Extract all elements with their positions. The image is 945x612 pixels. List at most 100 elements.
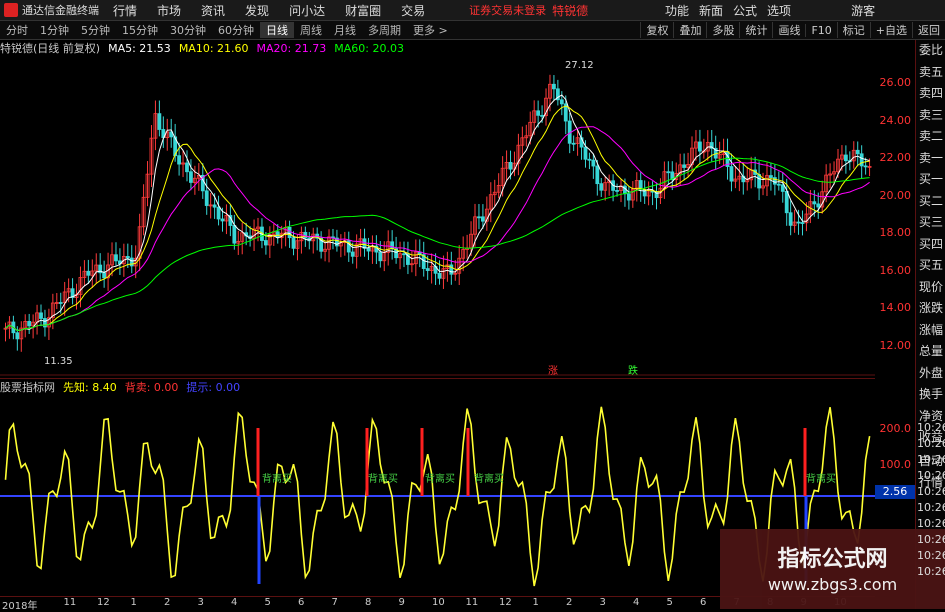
candle-body <box>666 171 671 174</box>
period-60min[interactable]: 60分钟 <box>212 22 260 38</box>
watermark-title: 指标公式网 <box>777 547 888 572</box>
biaoji-button[interactable]: 标记 <box>836 22 870 38</box>
price-axis: 26.00 24.00 22.00 20.00 18.00 16.00 14.00 12.00 <box>875 56 915 376</box>
candle-body <box>362 238 367 249</box>
candle-body <box>212 204 217 208</box>
candle-body <box>425 268 430 271</box>
right-panel-item[interactable]: 卖三 <box>916 105 945 127</box>
date-label: 1 <box>532 597 539 608</box>
menu-xuanxiang[interactable]: 选项 <box>767 2 791 19</box>
menu-xinmian[interactable]: 新面 <box>699 2 723 19</box>
period-weekly[interactable]: 周线 <box>294 22 328 38</box>
menu-gongshi[interactable]: 公式 <box>733 2 757 19</box>
right-panel-item[interactable]: 卖四 <box>916 83 945 105</box>
right-panel-item[interactable]: 卖五 <box>916 62 945 84</box>
candle-body <box>189 171 193 183</box>
right-panel-item[interactable]: 总量 <box>916 341 945 363</box>
zixuan-button[interactable]: +自选 <box>869 22 912 38</box>
candle-body <box>177 155 182 165</box>
ma5-label: MA5: 21.53 <box>108 41 171 55</box>
date-label: 3 <box>197 597 204 608</box>
candle-body <box>508 161 513 170</box>
period-multi[interactable]: 多周期 <box>362 22 407 38</box>
candle-body <box>275 231 280 239</box>
right-panel-item[interactable]: 外盘 <box>916 363 945 385</box>
menu-caifuquan[interactable]: 财富圈 <box>345 2 381 19</box>
watermark: 指标公式网 www.zbgs3.com <box>720 529 945 609</box>
date-label: 11 <box>465 597 479 608</box>
date-label: 4 <box>231 597 238 608</box>
period-15min[interactable]: 15分钟 <box>116 22 164 38</box>
right-panel-item[interactable]: 卖二 <box>916 126 945 148</box>
candle-body <box>587 158 592 161</box>
period-monthly[interactable]: 月线 <box>328 22 362 38</box>
candle-body <box>796 221 801 224</box>
period-1min[interactable]: 1分钟 <box>34 22 75 38</box>
menu-wenxiaoda[interactable]: 问小达 <box>289 2 325 19</box>
high-price-annotation: 27.12 <box>565 60 594 71</box>
menu-jiaoyi[interactable]: 交易 <box>401 2 425 19</box>
right-panel-item[interactable]: 涨跌 <box>916 298 945 320</box>
price-chart[interactable]: 27.12 11.35 涨 跌 <box>0 56 875 376</box>
right-panel-item[interactable]: 买二 <box>916 191 945 213</box>
indicator-info-bar: 股票指标网 先知: 8.40 背卖: 0.00 提示: 0.00 <box>0 378 875 395</box>
candle-body <box>855 149 860 155</box>
date-label: 12 <box>97 597 110 608</box>
candle-body <box>552 83 556 90</box>
candle-body <box>583 146 588 160</box>
low-price-annotation: 11.35 <box>44 356 73 367</box>
fuquan-button[interactable]: 复权 <box>640 22 673 38</box>
menu-hangqing[interactable]: 行情 <box>113 2 137 19</box>
candle-body <box>129 257 134 267</box>
tongji-button[interactable]: 统计 <box>739 22 772 38</box>
candle-body <box>682 164 687 168</box>
date-label: 2 <box>566 597 573 608</box>
right-panel-item[interactable]: 买一 <box>916 169 945 191</box>
price-axis-label: 22.00 <box>879 151 912 164</box>
right-panel-item[interactable]: 买三 <box>916 212 945 234</box>
diejia-button[interactable]: 叠加 <box>673 22 706 38</box>
right-panel-item[interactable]: 买五 <box>916 255 945 277</box>
right-panel-item[interactable]: 委比 <box>916 40 945 62</box>
candle-body <box>58 302 63 304</box>
candle-body <box>86 270 91 276</box>
fanhui-button[interactable]: 返回 <box>912 22 945 38</box>
menu-shichang[interactable]: 市场 <box>157 2 181 19</box>
period-daily[interactable]: 日线 <box>260 22 294 38</box>
login-notice[interactable]: 证券交易未登录 <box>469 2 546 18</box>
menu-faxian[interactable]: 发现 <box>245 2 269 19</box>
date-label: 7 <box>331 597 338 608</box>
date-label: 11 <box>63 597 77 608</box>
right-panel-item[interactable]: 现价 <box>916 277 945 299</box>
date-label: 2 <box>164 597 171 608</box>
price-axis-label: 20.00 <box>879 188 912 202</box>
f10-button[interactable]: F10 <box>805 23 836 37</box>
right-panel-item[interactable]: 换手 <box>916 384 945 406</box>
candle-body <box>859 153 864 167</box>
date-label: 2018年 <box>2 601 38 612</box>
period-30min[interactable]: 30分钟 <box>164 22 212 38</box>
period-5min[interactable]: 5分钟 <box>75 22 116 38</box>
ma60-label: MA60: 20.03 <box>334 41 404 55</box>
candle-body <box>378 251 383 262</box>
period-fenshi[interactable]: 分时 <box>0 22 34 38</box>
candle-body <box>776 183 781 186</box>
menu-youke[interactable]: 游客 <box>851 2 875 19</box>
period-more[interactable]: 更多 > <box>407 22 454 38</box>
price-axis-label: 16.00 <box>879 263 912 277</box>
huaxian-button[interactable]: 画线 <box>772 22 805 38</box>
time-list: 10:26 10:26 10:26 10:26 10:26 10:26 10:26 10:26… <box>915 420 945 580</box>
divergence-buy-label: 背离买 <box>262 472 292 485</box>
candle-body <box>291 237 296 249</box>
menu-gongneng[interactable]: 功能 <box>665 2 689 19</box>
stock-name-title: 特锐德 <box>552 3 589 18</box>
duogu-button[interactable]: 多股 <box>706 22 739 38</box>
divergence-buy-label: 背离买 <box>806 472 836 485</box>
right-panel-item[interactable]: 买四 <box>916 234 945 256</box>
indicator-name[interactable]: 股票指标网 <box>0 379 55 395</box>
candle-body <box>204 190 209 206</box>
menu-zixun[interactable]: 资讯 <box>201 2 225 19</box>
date-label: 6 <box>700 597 707 608</box>
right-panel-item[interactable]: 卖一 <box>916 148 945 170</box>
right-panel-item[interactable]: 涨幅 <box>916 320 945 342</box>
